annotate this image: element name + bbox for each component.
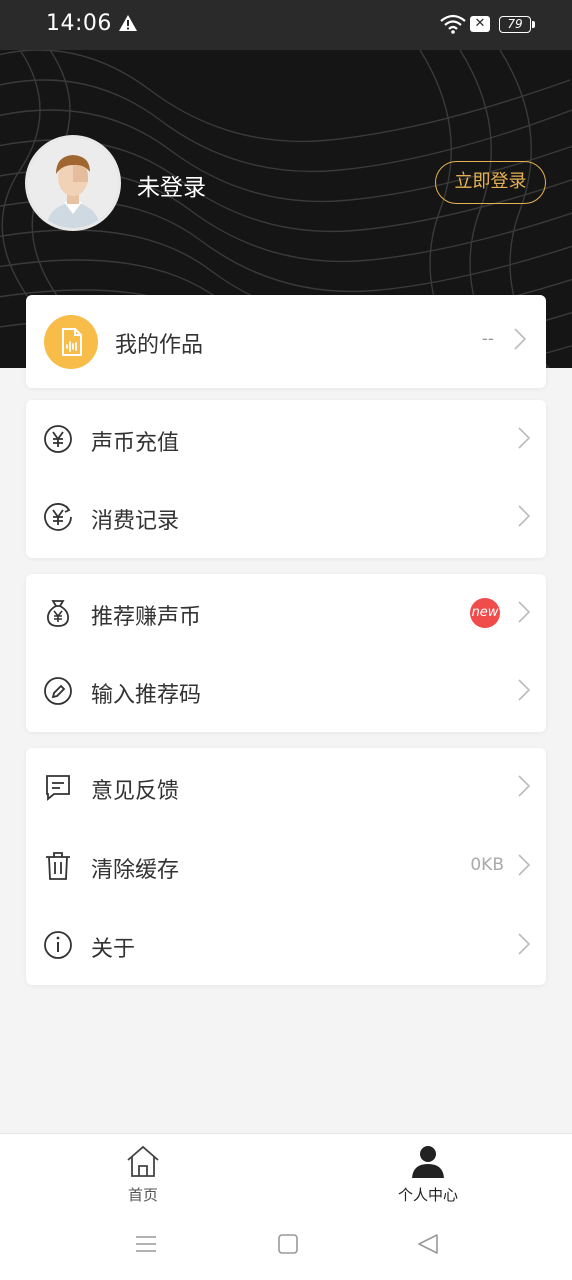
person-icon	[410, 1146, 446, 1182]
my-works-label: 我的作品	[115, 333, 204, 358]
home-square-icon[interactable]	[277, 1233, 299, 1259]
menu-item-refer-earn[interactable]: 推荐赚声币 new	[26, 574, 546, 652]
avatar[interactable]	[25, 135, 121, 231]
cache-size: 0KB	[470, 855, 504, 875]
menu-item-label: 输入推荐码	[91, 683, 202, 708]
menu-item-recharge[interactable]: 声币充值	[26, 400, 546, 478]
money-bag-icon	[42, 597, 74, 629]
menu-icon[interactable]	[135, 1233, 157, 1259]
chevron-right-icon	[518, 933, 531, 959]
menu-item-label: 意见反馈	[91, 779, 180, 804]
nav-profile-label: 个人中心	[397, 1186, 458, 1204]
referral-card: 推荐赚声币 new 输入推荐码	[26, 574, 546, 732]
trash-icon	[42, 850, 74, 882]
menu-item-feedback[interactable]: 意见反馈	[26, 748, 546, 826]
chevron-right-icon	[518, 775, 531, 801]
user-name: 未登录	[137, 175, 206, 201]
system-nav-bar	[0, 1215, 572, 1280]
menu-item-label: 声币充值	[91, 431, 180, 456]
my-works-count: --	[481, 329, 494, 349]
back-triangle-icon[interactable]	[417, 1233, 439, 1259]
feedback-icon	[42, 771, 74, 803]
yen-circle-icon	[42, 423, 74, 455]
new-badge: new	[470, 598, 500, 628]
menu-item-about[interactable]: 关于	[26, 906, 546, 984]
my-works-card[interactable]: 我的作品 --	[26, 295, 546, 388]
wallet-card: 声币充值 消费记录	[26, 400, 546, 558]
nav-home-label: 首页	[127, 1186, 158, 1204]
chevron-right-icon	[518, 505, 531, 531]
info-icon	[42, 929, 74, 961]
menu-item-enter-referral-code[interactable]: 输入推荐码	[26, 652, 546, 730]
chevron-right-icon	[518, 601, 531, 627]
nav-home[interactable]: 首页	[83, 1144, 203, 1205]
settings-card: 意见反馈 清除缓存 0KB 关于	[26, 748, 546, 985]
login-button[interactable]: 立即登录	[435, 161, 546, 204]
chevron-right-icon	[518, 854, 531, 880]
menu-item-label: 消费记录	[91, 509, 180, 534]
menu-item-consumption-record[interactable]: 消费记录	[26, 478, 546, 556]
chevron-right-icon	[518, 427, 531, 453]
status-bar: 14:06 ✕ 79	[0, 0, 572, 50]
menu-item-label: 清除缓存	[91, 858, 180, 883]
home-icon	[125, 1145, 161, 1182]
chevron-right-icon	[518, 679, 531, 705]
bottom-nav: 首页 个人中心	[0, 1133, 572, 1215]
pencil-circle-icon	[42, 675, 74, 707]
menu-item-clear-cache[interactable]: 清除缓存 0KB	[26, 827, 546, 905]
nav-profile[interactable]: 个人中心	[368, 1144, 488, 1205]
chevron-right-icon	[514, 328, 527, 354]
menu-item-label: 关于	[91, 937, 136, 962]
warning-icon	[118, 14, 138, 36]
sim-off-icon: ✕	[470, 16, 490, 32]
status-time: 14:06	[46, 11, 112, 36]
yen-record-icon	[42, 501, 74, 533]
wifi-icon	[440, 14, 466, 38]
audio-file-icon	[44, 315, 98, 369]
battery-icon: 79	[499, 16, 535, 33]
menu-item-label: 推荐赚声币	[91, 605, 202, 630]
